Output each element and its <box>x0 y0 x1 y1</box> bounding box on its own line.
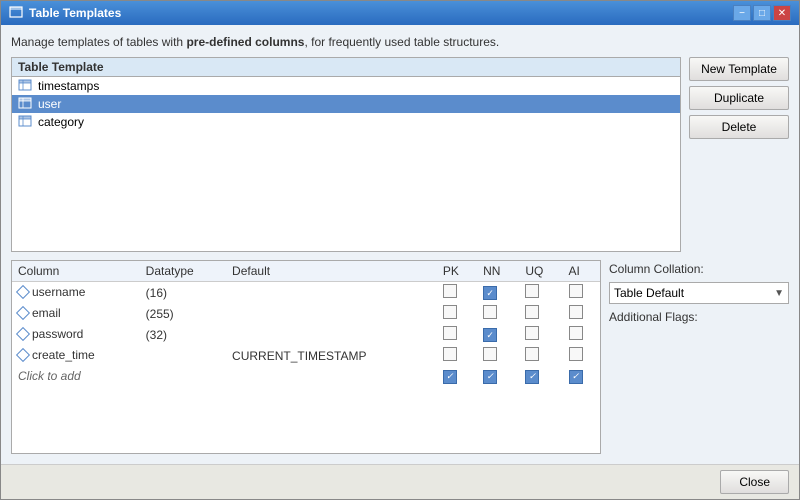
col-default-empty <box>226 366 437 386</box>
col-header-datatype: Datatype <box>140 261 226 282</box>
right-panel: Column Collation: Table Default ▼ Additi… <box>609 260 789 454</box>
col-nn[interactable] <box>477 282 519 304</box>
template-item-category[interactable]: category <box>12 113 680 131</box>
description-text: Manage templates of tables with pre-defi… <box>11 35 789 49</box>
table-row[interactable]: email (255) <box>12 303 600 324</box>
col-datatype-empty <box>140 366 226 386</box>
collation-select[interactable]: Table Default ▼ <box>609 282 789 304</box>
col-ai[interactable] <box>563 345 600 366</box>
col-name: password <box>12 324 140 345</box>
col-datatype: (255) <box>140 303 226 324</box>
close-button[interactable]: Close <box>720 470 789 494</box>
maximize-button[interactable]: □ <box>753 5 771 21</box>
close-window-button[interactable]: ✕ <box>773 5 791 21</box>
dropdown-arrow-icon: ▼ <box>774 288 784 299</box>
window-icon <box>9 6 23 20</box>
col-nn[interactable] <box>477 345 519 366</box>
table-row[interactable]: create_time CURRENT_TIMESTAMP <box>12 345 600 366</box>
collation-value: Table Default <box>614 286 684 300</box>
col-ai[interactable] <box>563 324 600 345</box>
diamond-icon <box>16 306 30 320</box>
footer: Close <box>1 464 799 499</box>
col-uq[interactable] <box>519 303 562 324</box>
col-name: username <box>12 282 140 304</box>
col-default <box>226 324 437 345</box>
template-list-header: Table Template <box>12 58 680 77</box>
window-title: Table Templates <box>29 6 121 20</box>
diamond-icon <box>16 348 30 362</box>
delete-button[interactable]: Delete <box>689 115 789 139</box>
table-icon-category <box>18 115 32 129</box>
template-name-category: category <box>38 115 84 129</box>
columns-table: Column Datatype Default PK NN UQ AI <box>12 261 600 386</box>
click-to-add-row[interactable]: Click to add <box>12 366 600 386</box>
col-pk[interactable] <box>437 345 477 366</box>
col-uq-empty[interactable] <box>519 366 562 386</box>
minimize-button[interactable]: − <box>733 5 751 21</box>
table-icon-user <box>18 97 32 111</box>
table-row[interactable]: username (16) <box>12 282 600 304</box>
title-controls: − □ ✕ <box>733 5 791 21</box>
col-pk[interactable] <box>437 282 477 304</box>
diamond-icon <box>16 327 30 341</box>
col-header-nn: NN <box>477 261 519 282</box>
col-datatype: (16) <box>140 282 226 304</box>
col-pk[interactable] <box>437 324 477 345</box>
table-icon <box>18 79 32 93</box>
col-header-uq: UQ <box>519 261 562 282</box>
col-default <box>226 282 437 304</box>
col-default: CURRENT_TIMESTAMP <box>226 345 437 366</box>
columns-box: Column Datatype Default PK NN UQ AI <box>11 260 601 454</box>
top-section: Table Template timestamps <box>11 57 789 252</box>
template-item-user[interactable]: user <box>12 95 680 113</box>
col-ai-empty[interactable] <box>563 366 600 386</box>
col-header-default: Default <box>226 261 437 282</box>
template-name-user: user <box>38 97 61 111</box>
new-template-button[interactable]: New Template <box>689 57 789 81</box>
col-pk-empty[interactable] <box>437 366 477 386</box>
table-row[interactable]: password (32) <box>12 324 600 345</box>
window: Table Templates − □ ✕ Manage templates o… <box>0 0 800 500</box>
col-nn-empty[interactable] <box>477 366 519 386</box>
col-name: email <box>12 303 140 324</box>
bottom-section: Column Datatype Default PK NN UQ AI <box>11 260 789 454</box>
template-item-timestamps[interactable]: timestamps <box>12 77 680 95</box>
title-bar: Table Templates − □ ✕ <box>1 1 799 25</box>
col-name: create_time <box>12 345 140 366</box>
col-ai[interactable] <box>563 303 600 324</box>
col-uq[interactable] <box>519 282 562 304</box>
col-datatype: (32) <box>140 324 226 345</box>
col-header-column: Column <box>12 261 140 282</box>
col-header-pk: PK <box>437 261 477 282</box>
template-name-timestamps: timestamps <box>38 79 99 93</box>
col-uq[interactable] <box>519 345 562 366</box>
col-datatype <box>140 345 226 366</box>
additional-flags-label: Additional Flags: <box>609 310 789 324</box>
col-header-ai: AI <box>563 261 600 282</box>
col-ai[interactable] <box>563 282 600 304</box>
duplicate-button[interactable]: Duplicate <box>689 86 789 110</box>
template-list-box: Table Template timestamps <box>11 57 681 252</box>
click-to-add-label: Click to add <box>12 366 140 386</box>
diamond-icon <box>16 285 30 299</box>
collation-label: Column Collation: <box>609 262 789 276</box>
col-uq[interactable] <box>519 324 562 345</box>
buttons-panel: New Template Duplicate Delete <box>689 57 789 252</box>
main-content: Manage templates of tables with pre-defi… <box>1 25 799 464</box>
col-default <box>226 303 437 324</box>
col-nn[interactable] <box>477 324 519 345</box>
col-nn[interactable] <box>477 303 519 324</box>
col-pk[interactable] <box>437 303 477 324</box>
